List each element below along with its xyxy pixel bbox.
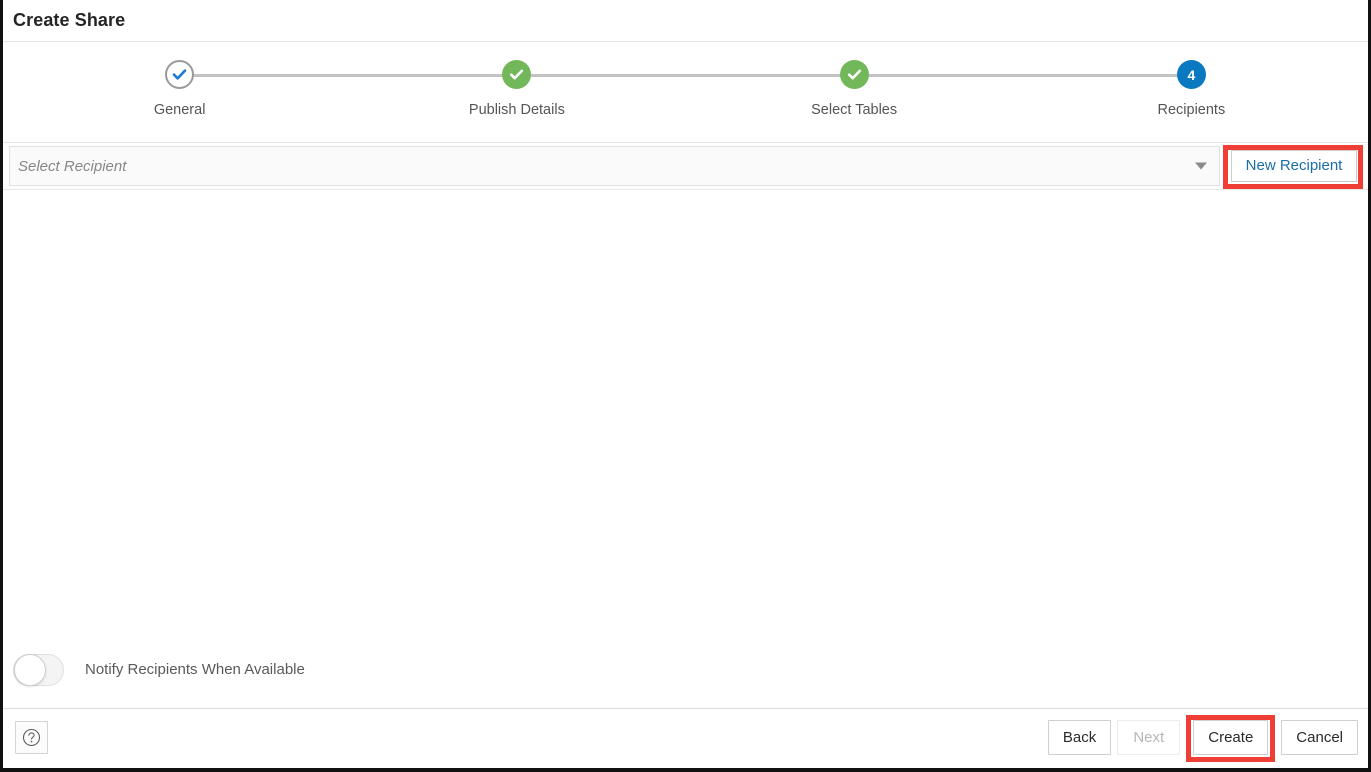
wizard-stepper: General Publish Details Select Tables 4 …: [3, 42, 1368, 143]
step-publish-details-label: Publish Details: [468, 102, 565, 118]
help-button[interactable]: [15, 721, 48, 754]
recipients-list-area: [3, 190, 1368, 631]
step-select-tables-marker: [839, 60, 869, 89]
step-select-tables[interactable]: Select Tables: [686, 42, 1023, 118]
step-recipients-marker: 4: [1176, 60, 1206, 89]
step-general[interactable]: General: [11, 42, 348, 118]
check-icon: [847, 69, 861, 80]
cancel-button[interactable]: Cancel: [1281, 720, 1358, 755]
footer-actions: Back Next Create Cancel: [1047, 715, 1358, 762]
check-icon: [172, 69, 187, 80]
next-button: Next: [1117, 720, 1181, 755]
step-recipients-label: Recipients: [1157, 102, 1226, 118]
create-button[interactable]: Create: [1193, 720, 1269, 755]
back-button[interactable]: Back: [1047, 720, 1112, 755]
step-publish-details[interactable]: Publish Details: [348, 42, 685, 118]
step-select-tables-label: Select Tables: [811, 102, 898, 118]
dialog-footer: Back Next Create Cancel: [3, 708, 1368, 766]
help-circle-icon: [22, 728, 41, 747]
step-general-marker: [165, 60, 195, 89]
page-title: Create Share: [13, 10, 126, 30]
step-general-label: General: [153, 102, 206, 118]
step-recipients[interactable]: 4 Recipients: [1023, 42, 1360, 118]
check-icon: [510, 69, 524, 80]
recipient-select-row: Select Recipient New Recipient: [3, 143, 1368, 190]
toggle-knob: [14, 653, 46, 686]
new-recipient-button[interactable]: New Recipient: [1231, 150, 1357, 182]
notify-recipients-row: Notify Recipients When Available: [3, 631, 1368, 708]
create-button-container: Create: [1186, 715, 1276, 762]
chevron-down-icon[interactable]: [1195, 162, 1207, 170]
step-recipients-number: 4: [1187, 66, 1196, 83]
new-recipient-container: New Recipient: [1220, 143, 1368, 189]
notify-recipients-toggle[interactable]: [13, 653, 64, 686]
create-share-dialog: Create Share General Publish Details Sel…: [0, 0, 1371, 772]
notify-recipients-label: Notify Recipients When Available: [85, 661, 305, 678]
dialog-header: Create Share: [3, 0, 1368, 42]
recipient-select[interactable]: Select Recipient: [9, 146, 1220, 186]
recipient-select-placeholder: Select Recipient: [18, 157, 127, 175]
step-publish-details-marker: [502, 60, 532, 89]
